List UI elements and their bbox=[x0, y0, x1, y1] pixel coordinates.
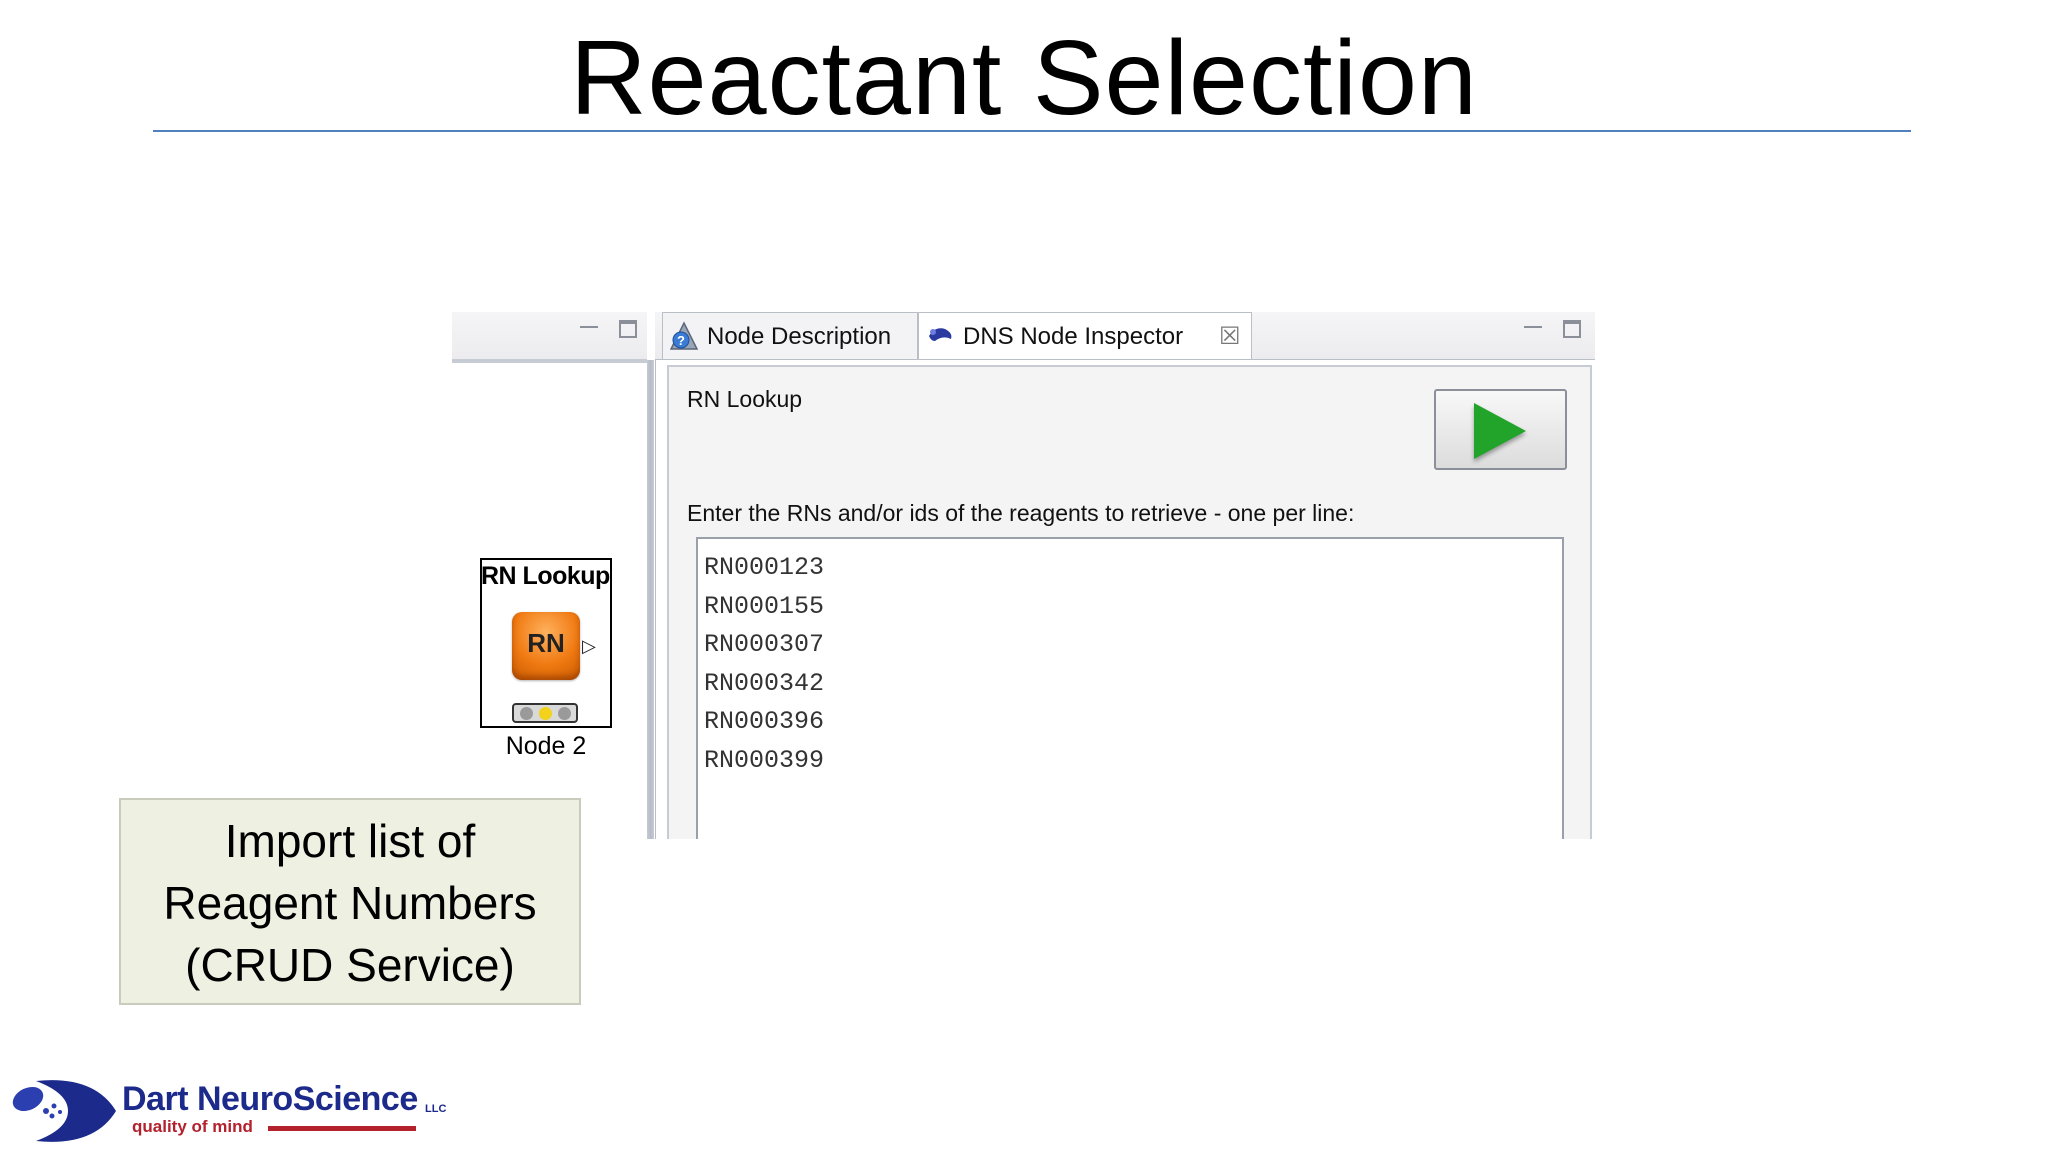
status-light-red bbox=[520, 707, 533, 720]
logo-underline bbox=[268, 1126, 416, 1131]
dns-icon bbox=[929, 328, 952, 341]
logo-tagline: quality of mind bbox=[132, 1117, 253, 1136]
svg-text:?: ? bbox=[677, 333, 685, 348]
reagent-numbers-input[interactable]: RN000123 RN000155 RN000307 RN000342 RN000396… bbox=[696, 537, 1564, 839]
maximize-icon[interactable] bbox=[619, 320, 637, 338]
tab-node-description[interactable]: ? Node Description bbox=[662, 312, 918, 359]
status-light-green bbox=[558, 707, 571, 720]
panel-splitter[interactable] bbox=[647, 360, 654, 839]
play-icon bbox=[1474, 403, 1526, 459]
title-divider bbox=[153, 130, 1911, 132]
company-logo-icon bbox=[12, 1080, 116, 1142]
rn-lookup-node-icon[interactable]: RN bbox=[512, 612, 580, 680]
node-label: Node 2 bbox=[505, 732, 587, 760]
workflow-panel-tabbar bbox=[452, 312, 647, 363]
reagent-number-line: RN000123 bbox=[704, 553, 825, 582]
tab-dns-node-inspector-label: DNS Node Inspector bbox=[963, 323, 1184, 350]
reagent-number-line: RN000342 bbox=[704, 668, 825, 698]
slide-title: Reactant Selection bbox=[570, 19, 1478, 137]
reagent-number-line: RN000396 bbox=[704, 707, 825, 736]
callout-line: (CRUD Service) bbox=[185, 939, 515, 991]
node-status-traffic-light bbox=[512, 703, 578, 723]
instruction-text: Enter the RNs and/or ids of the reagents… bbox=[687, 500, 1355, 526]
section-title: RN Lookup bbox=[687, 386, 803, 412]
tab-dns-node-inspector[interactable]: DNS Node Inspector ☒ bbox=[918, 312, 1252, 359]
callout-line: Import list of bbox=[224, 815, 476, 867]
help-icon: ? bbox=[669, 321, 699, 350]
reagent-number-line: RN000399 bbox=[704, 745, 825, 775]
node-icon-text: RN bbox=[527, 628, 565, 658]
inspector-maximize-icon[interactable] bbox=[1563, 320, 1581, 338]
logo-suffix: LLC bbox=[425, 1103, 447, 1115]
status-light-yellow bbox=[539, 707, 552, 720]
callout-box: Import list of Reagent Numbers (CRUD Ser… bbox=[119, 798, 581, 1005]
run-button[interactable] bbox=[1434, 389, 1567, 470]
tab-node-description-label: Node Description bbox=[707, 323, 892, 350]
callout-line: Reagent Numbers bbox=[163, 877, 537, 929]
node-title: RN Lookup bbox=[481, 562, 610, 590]
reagent-number-line: RN000307 bbox=[704, 630, 825, 659]
close-icon[interactable]: ☒ bbox=[1219, 313, 1241, 360]
inspector-minimize-icon[interactable] bbox=[1524, 320, 1542, 328]
logo-name: Dart NeuroScience bbox=[122, 1080, 418, 1118]
minimize-icon[interactable] bbox=[580, 320, 598, 328]
reagent-number-line: RN000155 bbox=[704, 591, 825, 621]
output-port-icon[interactable]: ▷ bbox=[582, 636, 596, 657]
